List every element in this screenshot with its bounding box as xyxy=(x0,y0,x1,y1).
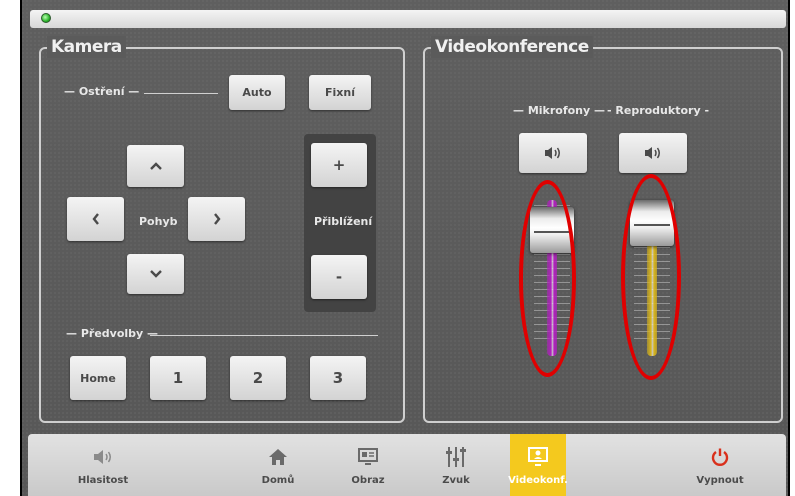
speaker-label: - Reproduktory - xyxy=(607,104,710,117)
control-panel-window: Kamera — Ostření — Auto Fixní Pohyb + Př… xyxy=(20,0,790,496)
camera-title: Kamera xyxy=(47,36,126,58)
tab-volume-label: Hlasitost xyxy=(77,475,129,486)
chevron-right-icon xyxy=(213,213,221,225)
preset-2-button[interactable]: 2 xyxy=(230,356,286,400)
mic-mute-button[interactable] xyxy=(519,133,587,173)
move-up-button[interactable] xyxy=(127,145,184,187)
status-led-icon xyxy=(41,13,51,23)
tab-volume[interactable]: Hlasitost xyxy=(68,434,138,496)
volume-icon xyxy=(94,450,111,464)
zoom-label: Přiblížení xyxy=(314,215,373,228)
focus-auto-button[interactable]: Auto xyxy=(229,75,285,110)
chevron-up-icon xyxy=(149,162,162,170)
tab-sound[interactable]: Zvuk xyxy=(428,434,484,496)
focus-rule xyxy=(144,93,218,94)
chevron-left-icon xyxy=(91,213,99,225)
move-right-button[interactable] xyxy=(188,197,245,241)
speaker-icon xyxy=(645,147,660,159)
speaker-mute-button[interactable] xyxy=(619,133,687,173)
preset-1-button[interactable]: 1 xyxy=(150,356,206,400)
display-icon xyxy=(358,448,378,465)
zoom-in-button[interactable]: + xyxy=(311,143,367,187)
videoconference-icon xyxy=(528,447,548,466)
tab-picture[interactable]: Obraz xyxy=(340,434,396,496)
home-icon xyxy=(269,449,287,465)
power-icon xyxy=(711,448,729,466)
zoom-out-button[interactable]: - xyxy=(311,255,367,299)
tab-sound-label: Zvuk xyxy=(442,475,470,486)
tab-home-label: Domů xyxy=(261,475,295,486)
presets-rule xyxy=(150,335,378,336)
move-down-button[interactable] xyxy=(127,254,184,294)
taskbar: Hlasitost Domů Obraz Zvuk Videokonf. Vyp… xyxy=(28,434,786,496)
mic-highlight-ring xyxy=(519,180,576,377)
preset-3-button[interactable]: 3 xyxy=(310,356,366,400)
presets-label: — Předvolby — xyxy=(66,327,159,340)
move-left-button[interactable] xyxy=(67,197,124,241)
tab-power[interactable]: Vypnout xyxy=(690,434,750,496)
mixer-icon xyxy=(446,447,466,467)
move-label: Pohyb xyxy=(139,215,178,228)
tab-videoconf[interactable]: Videokonf. xyxy=(508,434,568,496)
videoconf-title: Videokonference xyxy=(431,36,593,58)
focus-label: — Ostření — xyxy=(64,85,140,98)
chevron-down-icon xyxy=(149,270,162,278)
speaker-icon xyxy=(545,147,560,159)
tab-power-label: Vypnout xyxy=(696,475,744,486)
speaker-highlight-ring xyxy=(621,174,681,380)
tab-picture-label: Obraz xyxy=(351,475,385,486)
mic-label: — Mikrofony — xyxy=(513,104,606,117)
top-bar xyxy=(30,10,786,28)
tab-videoconf-label: Videokonf. xyxy=(508,475,568,486)
focus-fixed-button[interactable]: Fixní xyxy=(309,75,371,110)
preset-home-button[interactable]: Home xyxy=(70,356,126,400)
tab-home[interactable]: Domů xyxy=(248,434,308,496)
